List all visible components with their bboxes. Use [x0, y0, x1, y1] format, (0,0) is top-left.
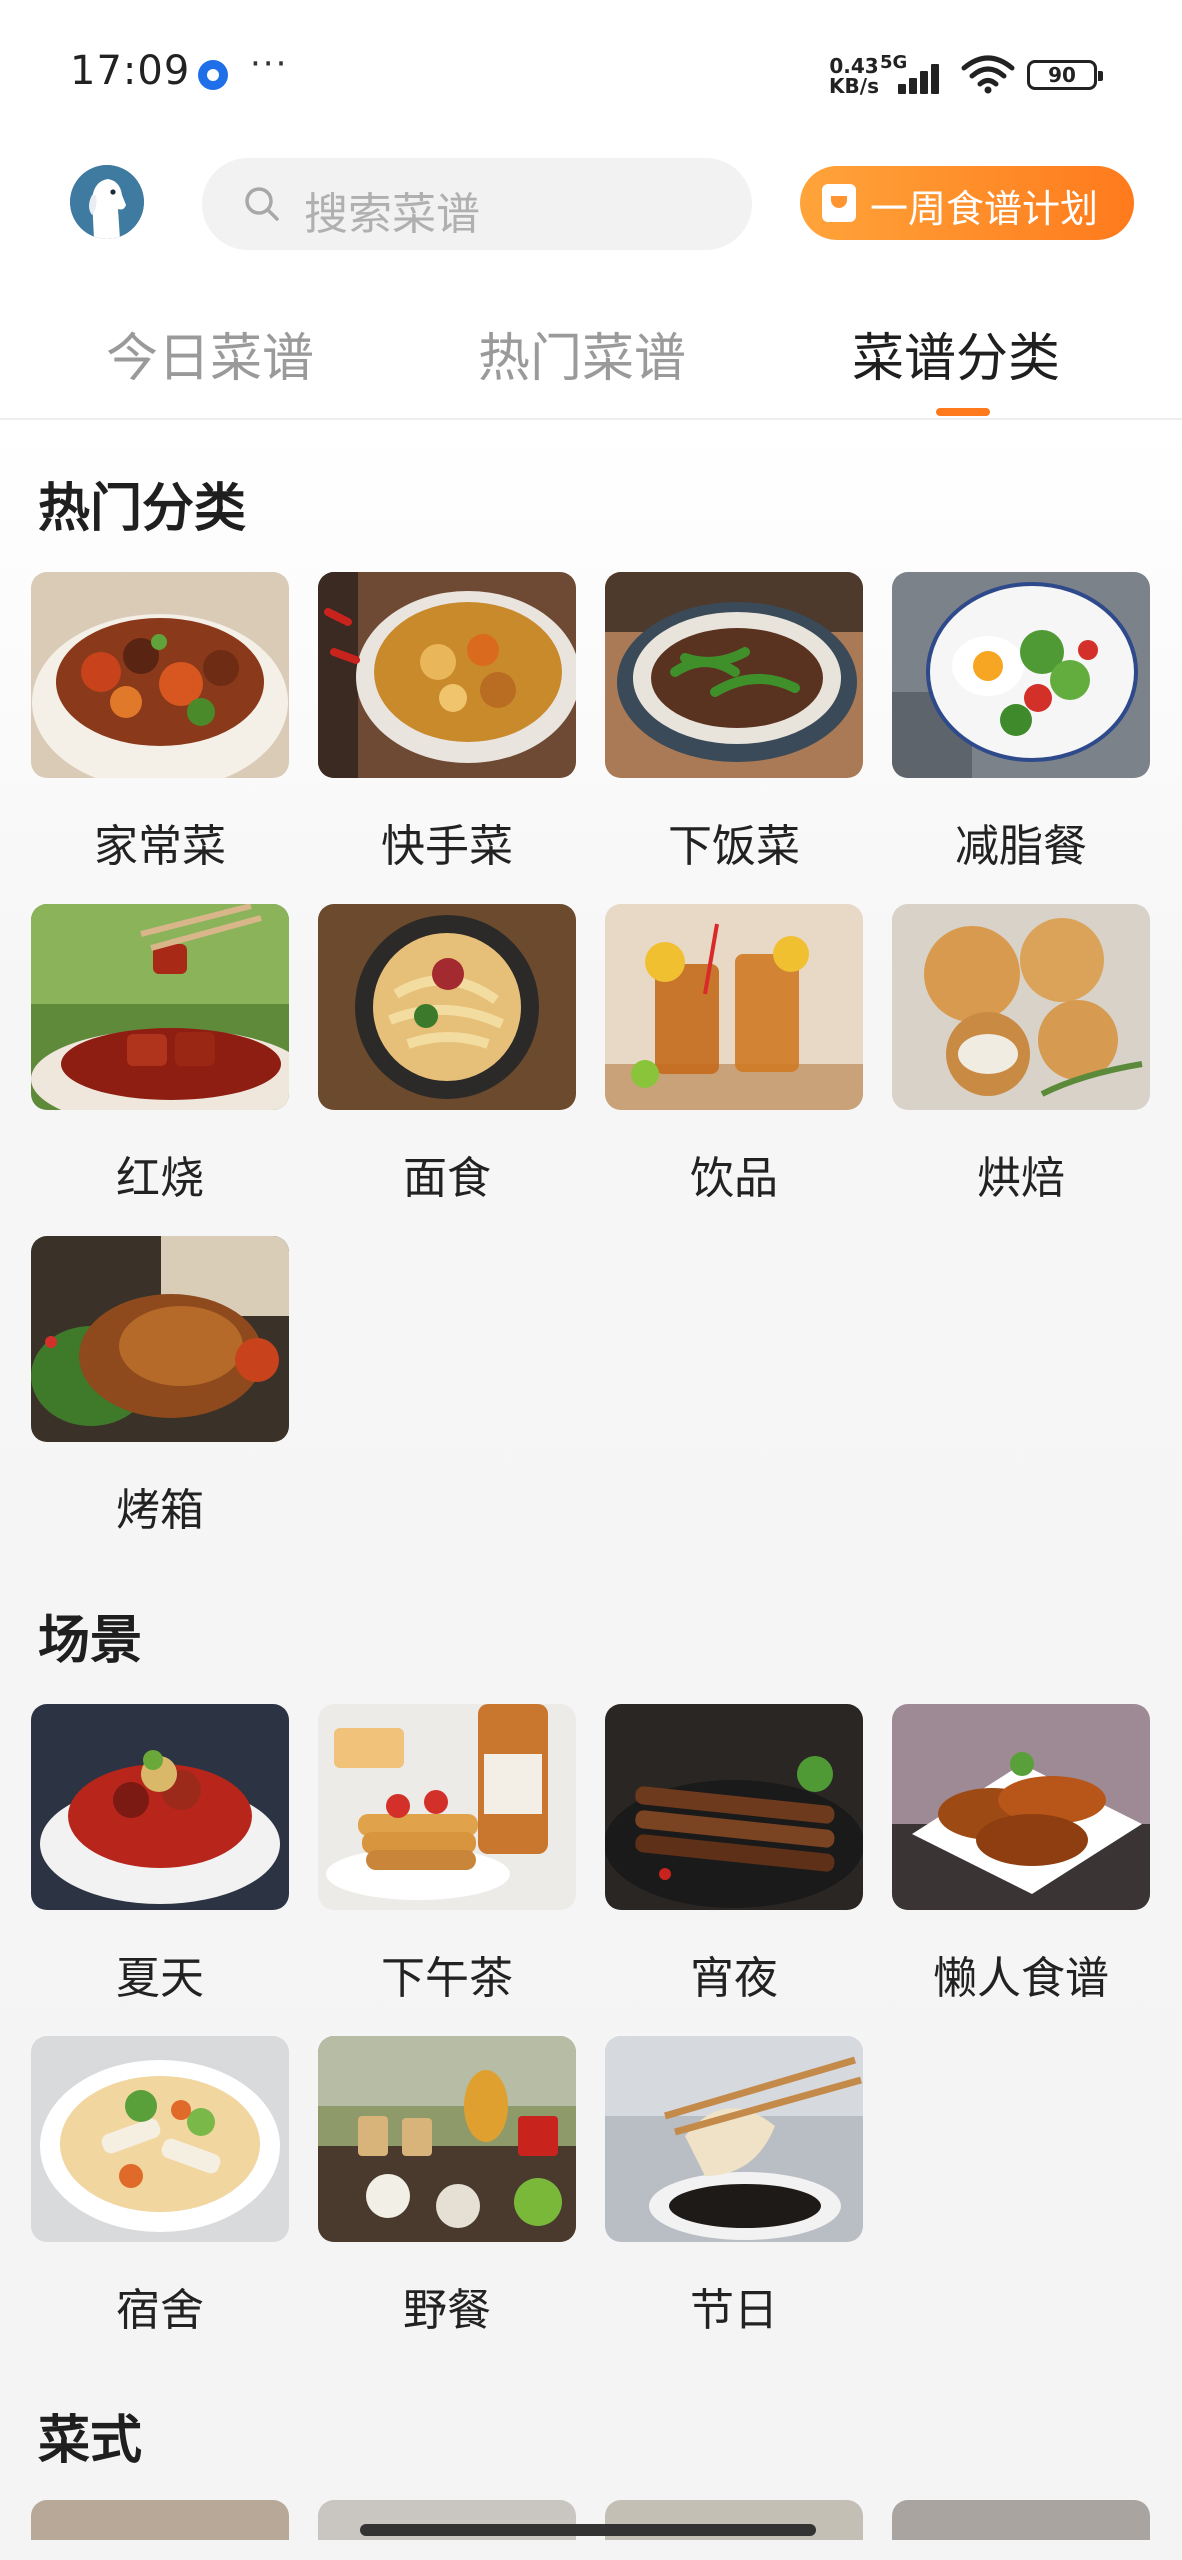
category-image — [318, 572, 576, 778]
category-label: 烤箱 — [116, 1485, 204, 1536]
tab-today-recipes[interactable]: 今日菜谱 — [106, 316, 314, 391]
scene-label: 下午茶 — [381, 1953, 513, 2004]
category-label: 减脂餐 — [955, 821, 1087, 872]
category-image — [892, 904, 1150, 1110]
scene-item-afternoon-tea[interactable]: 下午茶 — [318, 1704, 576, 2004]
scene-item-dorm[interactable]: 宿舍 — [31, 2036, 289, 2336]
tab-recipe-categories[interactable]: 菜谱分类 — [852, 316, 1060, 391]
scene-item-picnic[interactable]: 野餐 — [318, 2036, 576, 2336]
category-image — [31, 572, 289, 778]
scene-image — [605, 2036, 863, 2242]
scene-label: 夏天 — [116, 1953, 204, 2004]
scene-label: 懒人食谱 — [933, 1953, 1109, 2004]
scene-image — [31, 2036, 289, 2242]
dish-style-item-partial[interactable] — [31, 2500, 289, 2540]
category-label: 下饭菜 — [668, 821, 800, 872]
scene-label: 节日 — [690, 2285, 778, 2336]
weekly-plan-button[interactable]: 一周食谱计划 — [800, 166, 1134, 240]
scene-item-lazy-recipes[interactable]: 懒人食谱 — [892, 1704, 1150, 2004]
recipe-category-page: 17:09 ··· 0.43 KB/s 5G 90 搜索菜谱 一周食谱计划 今日… — [0, 0, 1182, 2560]
scene-item-festival[interactable]: 节日 — [605, 2036, 863, 2336]
category-item-fat-loss[interactable]: 减脂餐 — [892, 572, 1150, 872]
category-item-drinks[interactable]: 饮品 — [605, 904, 863, 1204]
category-image — [318, 904, 576, 1110]
avatar-dog-icon — [70, 165, 144, 239]
user-avatar[interactable] — [70, 165, 144, 239]
search-placeholder: 搜索菜谱 — [304, 189, 480, 240]
category-item-baking[interactable]: 烘焙 — [892, 904, 1150, 1204]
network-speed: 0.43 KB/s — [829, 54, 879, 98]
section-title-scenes: 场景 — [38, 1611, 143, 1671]
category-label: 饮品 — [690, 1153, 778, 1204]
scene-label: 宿舍 — [116, 2285, 204, 2336]
scene-image — [605, 1704, 863, 1910]
category-label: 红烧 — [116, 1153, 204, 1204]
category-item-noodles[interactable]: 面食 — [318, 904, 576, 1204]
status-time: 17:09 — [70, 48, 191, 94]
battery-icon: 90 — [1027, 60, 1103, 90]
more-notifications-icon: ··· — [250, 44, 289, 84]
category-item-braised[interactable]: 红烧 — [31, 904, 289, 1204]
section-title-hot-categories: 热门分类 — [38, 479, 247, 539]
active-tab-indicator — [936, 408, 990, 416]
section-title-dish-styles: 菜式 — [38, 2411, 143, 2471]
home-indicator[interactable] — [360, 2524, 816, 2536]
category-image — [31, 1236, 289, 1442]
dish-style-item-partial[interactable] — [892, 2500, 1150, 2540]
cellular-signal-icon — [898, 60, 948, 94]
category-item-rice-dishes[interactable]: 下饭菜 — [605, 572, 863, 872]
category-image — [31, 904, 289, 1110]
scene-image — [318, 1704, 576, 1910]
status-bar: 17:09 ··· 0.43 KB/s 5G 90 — [0, 0, 1182, 150]
scene-image — [31, 1704, 289, 1910]
category-item-homestyle[interactable]: 家常菜 — [31, 572, 289, 872]
scene-item-summer[interactable]: 夏天 — [31, 1704, 289, 2004]
tab-popular-recipes[interactable]: 热门菜谱 — [478, 316, 686, 391]
plan-chef-icon — [822, 184, 856, 222]
category-image — [605, 904, 863, 1110]
scene-label: 野餐 — [403, 2285, 491, 2336]
wifi-icon — [961, 55, 1015, 94]
notification-app-icon — [198, 60, 228, 90]
category-label: 快手菜 — [381, 821, 513, 872]
category-image — [605, 572, 863, 778]
category-image — [892, 572, 1150, 778]
category-label: 家常菜 — [94, 821, 226, 872]
scene-label: 宵夜 — [690, 1953, 778, 2004]
category-label: 烘焙 — [977, 1153, 1065, 1204]
tab-bar: 今日菜谱 热门菜谱 菜谱分类 — [0, 300, 1182, 420]
category-item-oven[interactable]: 烤箱 — [31, 1236, 289, 1536]
scene-image — [318, 2036, 576, 2242]
category-label: 面食 — [403, 1153, 491, 1204]
search-input[interactable]: 搜索菜谱 — [202, 158, 752, 250]
category-item-quick-dishes[interactable]: 快手菜 — [318, 572, 576, 872]
weekly-plan-label: 一周食谱计划 — [870, 187, 1099, 231]
scene-item-late-night[interactable]: 宵夜 — [605, 1704, 863, 2004]
scene-image — [892, 1704, 1150, 1910]
search-icon — [245, 187, 279, 221]
